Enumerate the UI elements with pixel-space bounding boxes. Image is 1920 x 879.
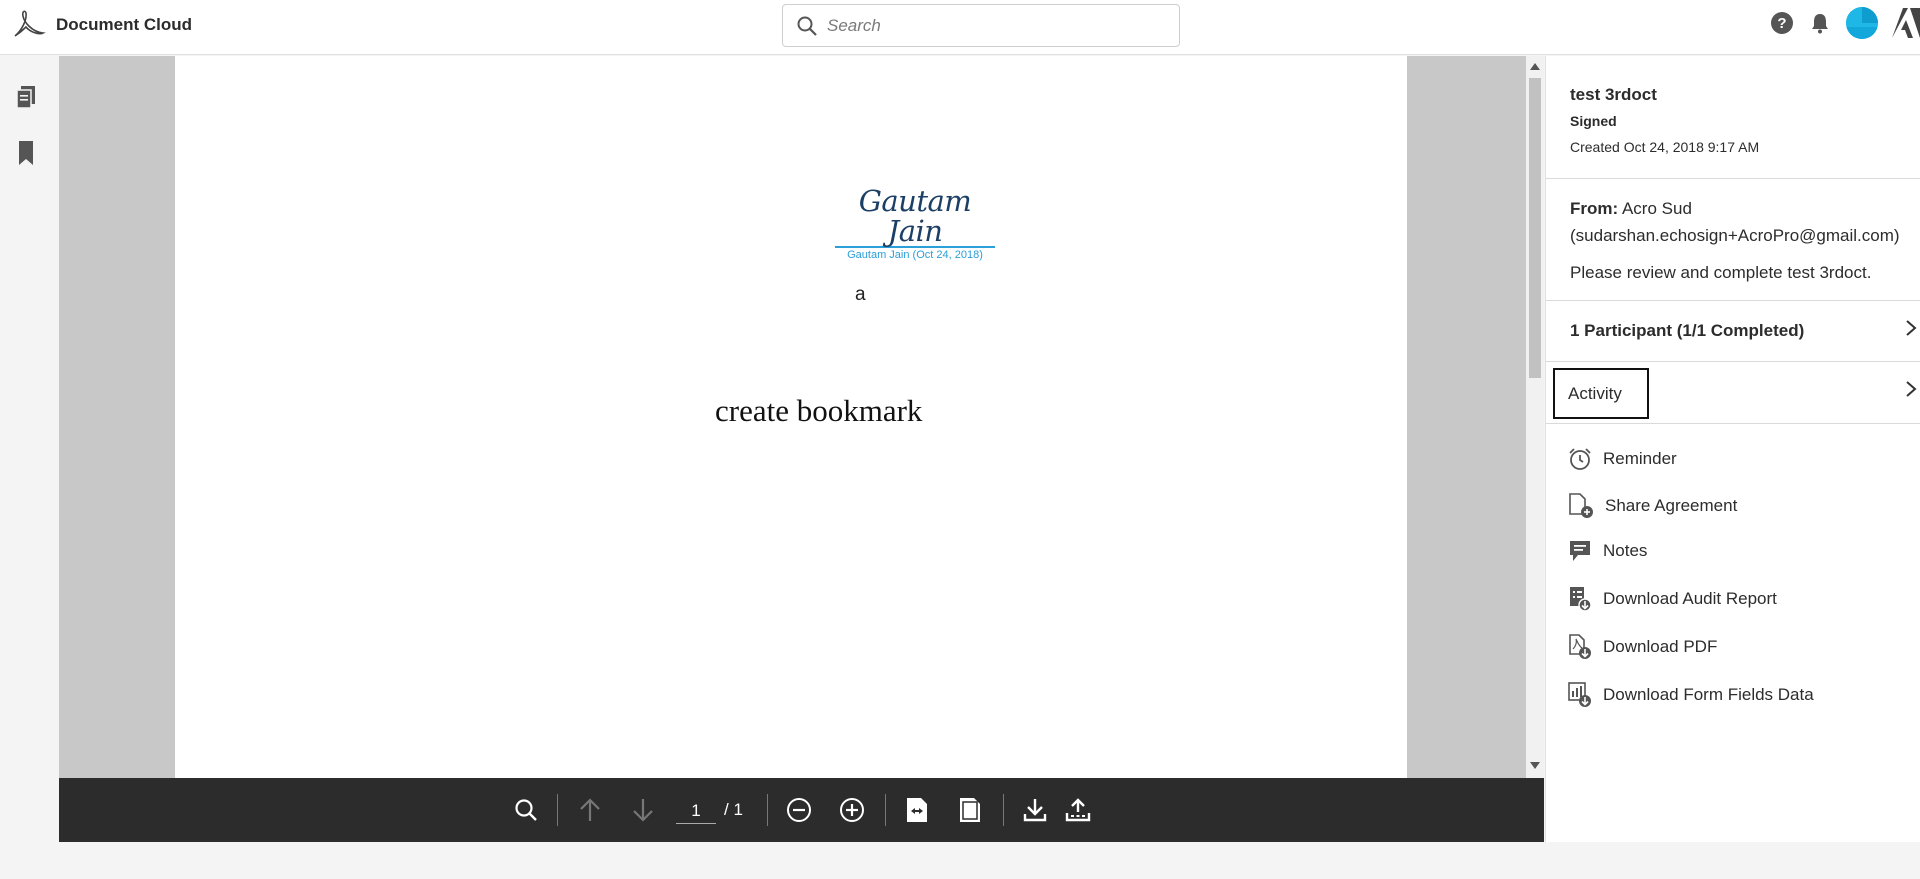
search-input[interactable]	[827, 15, 1147, 36]
left-rail	[0, 56, 59, 846]
download-icon[interactable]	[1018, 778, 1052, 842]
search-icon	[797, 16, 817, 36]
chevron-right-icon	[1905, 380, 1917, 404]
previous-page-arrow-up-icon[interactable]	[573, 778, 607, 842]
toolbar-divider	[1003, 794, 1004, 826]
next-page-arrow-down-icon[interactable]	[626, 778, 660, 842]
share-agreement-label: Share Agreement	[1605, 496, 1738, 515]
download-pdf-label: Download PDF	[1603, 637, 1718, 656]
scroll-up-arrow-icon[interactable]	[1530, 62, 1540, 70]
participants-label: 1 Participant (1/1 Completed)	[1570, 321, 1805, 340]
signature-name: Gautam Jain	[835, 186, 995, 248]
top-right-actions: ?	[1770, 7, 1920, 39]
upload-share-icon[interactable]	[1061, 778, 1095, 842]
sender-info: From: Acro Sud (sudarshan.echosign+AcroP…	[1570, 195, 1918, 249]
bookmark-icon[interactable]	[15, 140, 37, 171]
adobe-logo-icon[interactable]	[1892, 8, 1920, 38]
agreement-details-panel: test 3rdoct Signed Created Oct 24, 2018 …	[1545, 56, 1920, 842]
divider	[1546, 423, 1920, 424]
from-label: From:	[1570, 199, 1619, 218]
toolbar-divider	[557, 794, 558, 826]
agreement-message: Please review and complete test 3rdoct.	[1570, 263, 1872, 282]
zoom-out-icon[interactable]	[782, 778, 816, 842]
download-form-fields-data-action[interactable]: Download Form Fields Data	[1568, 682, 1814, 708]
form-data-icon	[1568, 682, 1591, 707]
page-text-a: a	[855, 284, 866, 305]
document-page: Gautam Jain Gautam Jain (Oct 24, 2018) a…	[175, 56, 1407, 778]
download-pdf-action[interactable]: Download PDF	[1568, 634, 1717, 660]
reminder-label: Reminder	[1603, 449, 1677, 468]
download-form-fields-data-label: Download Form Fields Data	[1603, 685, 1814, 704]
signature-block: Gautam Jain Gautam Jain (Oct 24, 2018)	[835, 186, 995, 261]
brand[interactable]: Document Cloud	[12, 10, 192, 40]
divider	[1546, 178, 1920, 179]
reminder-action[interactable]: Reminder	[1568, 447, 1677, 471]
created-date: Created Oct 24, 2018 9:17 AM	[1570, 139, 1760, 155]
notes-action[interactable]: Notes	[1568, 539, 1647, 563]
zoom-in-icon[interactable]	[835, 778, 869, 842]
viewer-toolbar: / 1	[59, 778, 1544, 842]
share-document-icon	[1569, 493, 1593, 518]
chevron-right-icon	[1905, 319, 1917, 343]
top-bar: Document Cloud ?	[0, 0, 1920, 55]
signature-caption: Gautam Jain (Oct 24, 2018)	[847, 249, 983, 261]
toolbar-divider	[885, 794, 886, 826]
scrollbar-thumb[interactable]	[1529, 78, 1541, 378]
page-heading: create bookmark	[715, 393, 923, 428]
alarm-clock-icon	[1569, 448, 1591, 470]
svg-text:?: ?	[1777, 15, 1786, 32]
fit-page-icon[interactable]	[953, 778, 987, 842]
audit-report-icon	[1570, 587, 1592, 612]
participants-row[interactable]: 1 Participant (1/1 Completed)	[1546, 301, 1920, 361]
find-search-icon[interactable]	[509, 778, 543, 842]
notifications-bell-icon[interactable]	[1808, 11, 1832, 35]
fit-width-icon[interactable]	[900, 778, 934, 842]
avatar[interactable]	[1846, 7, 1878, 39]
document-viewer[interactable]: Gautam Jain Gautam Jain (Oct 24, 2018) a…	[59, 56, 1544, 778]
from-value: Acro Sud (sudarshan.echosign+AcroPro@gma…	[1570, 199, 1900, 245]
download-audit-report-action[interactable]: Download Audit Report	[1568, 586, 1777, 612]
agreement-title: test 3rdoct	[1570, 85, 1657, 104]
search-box[interactable]	[782, 4, 1180, 47]
acrobat-logo-icon	[14, 10, 46, 37]
activity-button[interactable]: Activity	[1553, 368, 1649, 419]
app-name: Document Cloud	[56, 15, 192, 34]
share-agreement-action[interactable]: Share Agreement	[1568, 493, 1737, 519]
pages-icon[interactable]	[15, 85, 37, 114]
scroll-down-arrow-icon[interactable]	[1530, 762, 1540, 770]
page-number-input[interactable]	[676, 798, 716, 824]
notes-icon	[1570, 541, 1590, 561]
download-audit-report-label: Download Audit Report	[1603, 589, 1777, 608]
status-badge: Signed	[1570, 113, 1617, 129]
notes-label: Notes	[1603, 541, 1648, 560]
pdf-download-icon	[1569, 634, 1591, 659]
page-total: / 1	[724, 800, 743, 819]
help-icon[interactable]: ?	[1770, 11, 1794, 35]
toolbar-divider	[767, 794, 768, 826]
vertical-scrollbar[interactable]	[1526, 56, 1544, 778]
